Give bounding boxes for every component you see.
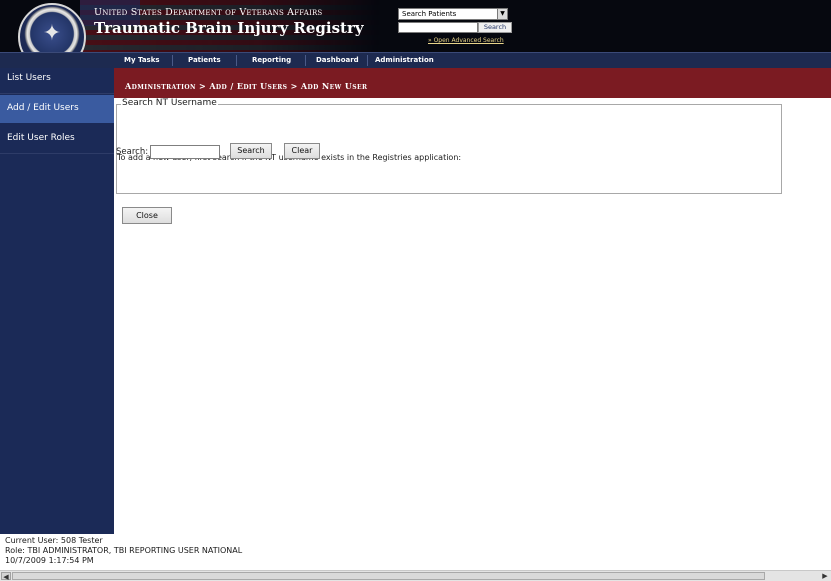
- va-seal-icon: ✦: [18, 3, 86, 52]
- app-title: Traumatic Brain Injury Registry: [94, 19, 364, 37]
- nav-administration[interactable]: Administration: [375, 53, 434, 68]
- sidebar-item-list-users[interactable]: List Users: [0, 68, 114, 94]
- status-footer: Current User: 508 Tester Role: TBI ADMIN…: [5, 536, 242, 566]
- patient-search-panel: Search Patients ▼ Search » Open Advanced…: [398, 8, 514, 46]
- search-type-select[interactable]: Search Patients ▼: [398, 8, 508, 20]
- nav-my-tasks[interactable]: My Tasks: [124, 53, 160, 68]
- scrollbar-thumb[interactable]: [12, 572, 765, 580]
- search-type-value: Search Patients: [402, 10, 457, 18]
- breadcrumb: Administration > Add / Edit Users > Add …: [125, 81, 368, 91]
- sidebar: List Users Add / Edit Users Edit User Ro…: [0, 68, 114, 534]
- username-search-input[interactable]: [150, 145, 220, 159]
- clear-button[interactable]: Clear: [284, 143, 320, 159]
- patient-search-button[interactable]: Search: [478, 22, 512, 33]
- nav-divider: [305, 55, 306, 66]
- department-title: United States Department of Veterans Aff…: [94, 7, 323, 18]
- timestamp-text: 10/7/2009 1:17:54 PM: [5, 556, 94, 565]
- top-nav: My Tasks Patients Reporting Dashboard Ad…: [0, 52, 831, 68]
- patient-search-input[interactable]: [398, 22, 478, 33]
- current-user-text: Current User: 508 Tester: [5, 536, 103, 545]
- nav-dashboard[interactable]: Dashboard: [316, 53, 359, 68]
- nav-patients[interactable]: Patients: [188, 53, 221, 68]
- arrow-right-icon[interactable]: ▶: [820, 572, 830, 580]
- chevron-down-icon[interactable]: ▼: [497, 9, 507, 19]
- sidebar-item-add-edit-users[interactable]: Add / Edit Users: [0, 95, 114, 123]
- advanced-search-link[interactable]: » Open Advanced Search: [428, 37, 504, 44]
- nav-divider: [236, 55, 237, 66]
- eagle-icon: ✦: [42, 21, 62, 46]
- nav-reporting[interactable]: Reporting: [252, 53, 291, 68]
- username-search-row: Search: Search Clear: [116, 142, 416, 162]
- header: ✦ United States Department of Veterans A…: [0, 0, 831, 52]
- arrow-left-icon[interactable]: ◀: [1, 572, 11, 581]
- nav-divider: [367, 55, 368, 66]
- page: ✦ United States Department of Veterans A…: [0, 0, 831, 581]
- nav-divider: [172, 55, 173, 66]
- breadcrumb-bar: Administration > Add / Edit Users > Add …: [114, 68, 831, 98]
- user-role-text: Role: TBI ADMINISTRATOR, TBI REPORTING U…: [5, 546, 243, 555]
- close-button[interactable]: Close: [122, 207, 172, 224]
- search-label: Search:: [116, 147, 149, 157]
- horizontal-scrollbar[interactable]: ◀ ▶: [0, 570, 831, 581]
- search-button[interactable]: Search: [230, 143, 272, 159]
- sidebar-item-edit-user-roles[interactable]: Edit User Roles: [0, 124, 114, 154]
- fieldset-legend: Search NT Username: [121, 98, 218, 108]
